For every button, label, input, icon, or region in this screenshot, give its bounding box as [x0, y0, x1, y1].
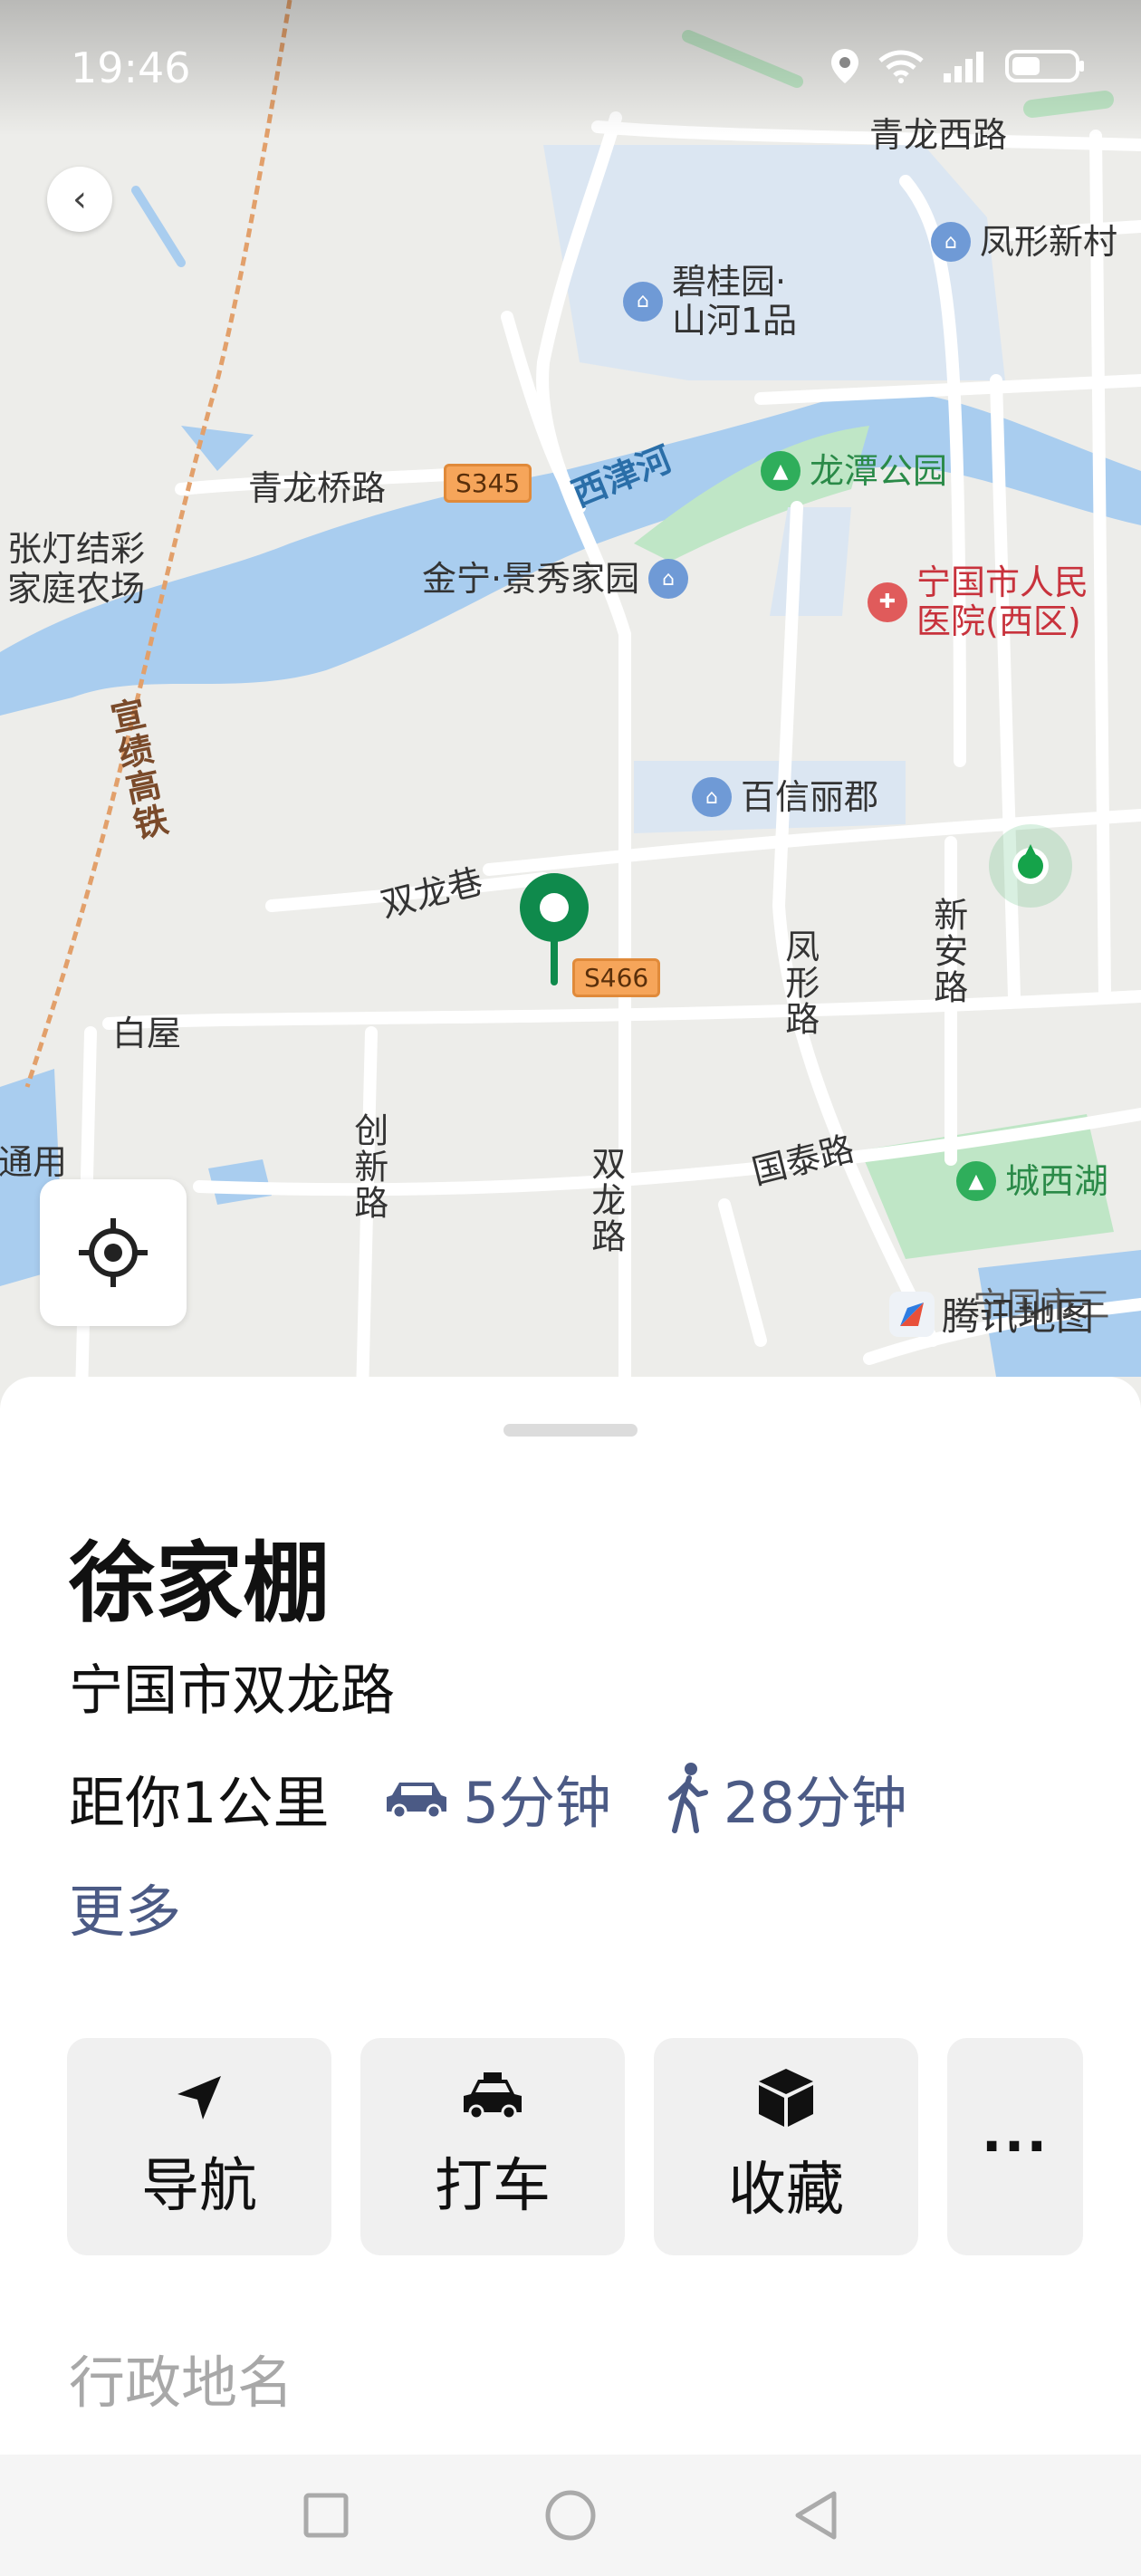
- tencent-logo-text: 腾讯地图: [942, 1294, 1095, 1339]
- poi-baixin-lijun[interactable]: ⌂ 百信丽郡: [692, 777, 878, 817]
- poi-label: 龙潭公园: [810, 450, 948, 491]
- place-name: 徐家棚: [69, 1533, 330, 1634]
- navigation-arrow-icon: [177, 2076, 221, 2119]
- status-icons: [829, 47, 1087, 85]
- poi-ningguo-hospital[interactable]: ✚ 宁国市人民 医院(西区): [868, 563, 1088, 640]
- map-label-chuangxin-rd: 创新路: [348, 1112, 388, 1221]
- recents-button[interactable]: [299, 2488, 353, 2542]
- signal-icon: [944, 52, 983, 82]
- tencent-logo-icon: [889, 1291, 935, 1337]
- crosshair-icon: [79, 1218, 148, 1287]
- favorite-label: 收藏: [728, 2157, 844, 2224]
- square-icon: [303, 2493, 349, 2538]
- home-icon: ⌂: [648, 559, 689, 599]
- hospital-icon: ✚: [868, 582, 907, 622]
- navigate-button[interactable]: 导航: [67, 2038, 331, 2255]
- wifi-icon: [878, 50, 924, 83]
- locate-me-button[interactable]: [40, 1179, 187, 1326]
- map-label-xinan-rd: 新安路: [927, 897, 968, 1005]
- tree-icon: ▲: [956, 1161, 996, 1201]
- distance-text: 距你1公里: [69, 1770, 330, 1836]
- tencent-map-logo: 腾讯地图: [887, 1286, 1094, 1341]
- poi-label: 金宁·景秀家园: [422, 558, 640, 599]
- poi-label: 碧桂园· 山河1品: [672, 262, 798, 341]
- section-title: 行政地名: [69, 2350, 294, 2416]
- triangle-back-icon: [795, 2491, 837, 2540]
- current-location-icon: [989, 824, 1072, 908]
- back-nav-button[interactable]: [788, 2488, 842, 2542]
- walking-icon: [667, 1763, 708, 1833]
- map-label-shuanglong-rd: 双龙路: [585, 1146, 626, 1254]
- more-actions-button[interactable]: ···: [947, 2038, 1083, 2255]
- more-info-link[interactable]: 更多: [69, 1866, 181, 1947]
- action-buttons: 导航 打车 收藏 ···: [67, 2038, 1083, 2255]
- poi-label: 凤形新村: [980, 221, 1118, 262]
- drive-time[interactable]: 5分钟: [383, 1757, 611, 1839]
- tree-icon: ▲: [761, 451, 801, 491]
- map-label-tongyong: 通用: [0, 1142, 68, 1182]
- battery-icon: [1005, 50, 1084, 82]
- back-button[interactable]: ‹: [47, 167, 112, 232]
- home-icon: ⌂: [931, 222, 971, 262]
- map-label-fengxing-rd: 凤形路: [779, 928, 820, 1037]
- car-icon: [387, 1783, 447, 1820]
- travel-info-row: 距你1公里 5分钟 28分钟: [69, 1757, 962, 1839]
- system-nav-bar: [0, 2455, 1141, 2576]
- drive-time-text: 5分钟: [463, 1770, 611, 1836]
- walk-time[interactable]: 28分钟: [666, 1757, 907, 1839]
- poi-chengxi-lake[interactable]: ▲ 城西湖: [956, 1161, 1108, 1201]
- walk-time-text: 28分钟: [723, 1770, 907, 1836]
- home-icon: ⌂: [692, 777, 732, 817]
- taxi-button[interactable]: 打车: [360, 2038, 625, 2255]
- poi-longtan-park[interactable]: ▲ 龙潭公园: [761, 451, 947, 491]
- status-time: 19:46: [71, 43, 191, 92]
- poi-label: 城西湖: [1005, 1160, 1109, 1201]
- taxi-label: 打车: [435, 2153, 551, 2220]
- circle-icon: [545, 2490, 596, 2541]
- taxi-icon: [464, 2072, 522, 2120]
- map-label-qinglong-bridge-rd: 青龙桥路: [248, 468, 387, 508]
- location-icon: [831, 49, 858, 83]
- road-shield-s345: S345: [444, 464, 532, 503]
- status-bar: 19:46: [0, 0, 1141, 136]
- map-view[interactable]: 青龙西路 ⌂ 凤形新村 ⌂ 碧桂园· 山河1品 青龙桥路 S345 西津河 ▲ …: [0, 0, 1141, 1413]
- map-label-baiwu: 白屋: [112, 1014, 182, 1053]
- chevron-left-icon: ‹: [72, 178, 87, 220]
- home-button[interactable]: [543, 2488, 598, 2542]
- poi-label: 百信丽郡: [741, 776, 879, 817]
- place-address: 宁国市双龙路: [69, 1659, 395, 1723]
- poi-jinning-jingxiu[interactable]: 金宁·景秀家园 ⌂: [422, 558, 689, 599]
- place-detail-sheet[interactable]: 徐家棚 宁国市双龙路 距你1公里 5分钟 28分钟 更多 导航 打车 收藏 ··…: [0, 1377, 1141, 2455]
- map-label-zhangdeng-farm: 张灯结彩 家庭农场: [7, 529, 146, 609]
- more-actions-label: ···: [981, 2115, 1050, 2178]
- drag-handle[interactable]: [503, 1424, 638, 1437]
- poi-bigui-garden[interactable]: ⌂ 碧桂园· 山河1品: [623, 263, 797, 340]
- favorite-button[interactable]: 收藏: [654, 2038, 918, 2255]
- navigate-label: 导航: [141, 2153, 257, 2220]
- poi-label: 宁国市人民 医院(西区): [916, 562, 1089, 641]
- cube-icon: [759, 2069, 813, 2127]
- poi-fengxing-new-village[interactable]: ⌂ 凤形新村: [931, 222, 1117, 262]
- home-icon: ⌂: [623, 281, 663, 322]
- destination-pin-icon[interactable]: [516, 870, 592, 987]
